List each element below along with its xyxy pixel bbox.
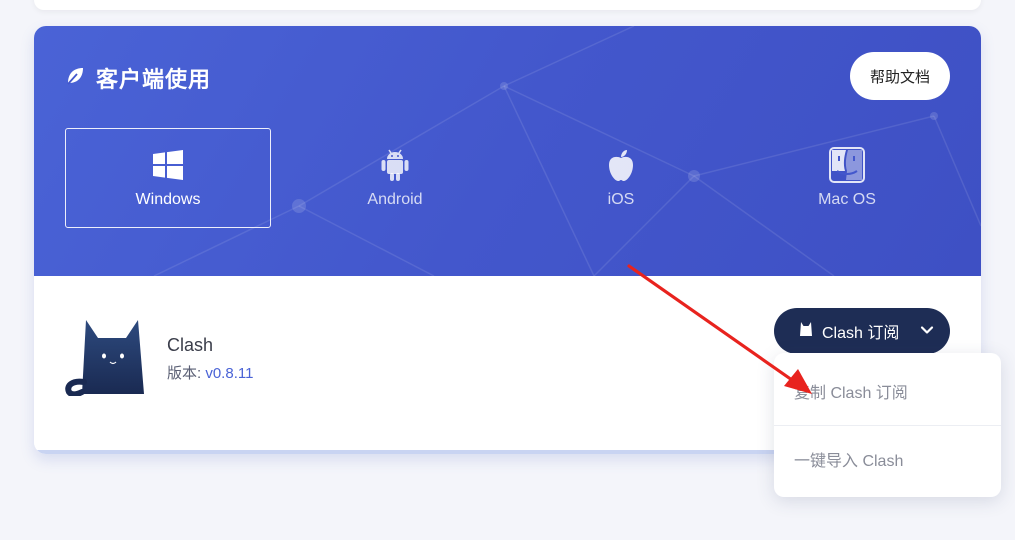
tab-label: Android (367, 191, 423, 208)
apple-icon (606, 147, 636, 183)
clash-cat-icon (798, 321, 814, 342)
page-title: 客户端使用 (96, 67, 212, 92)
card-header: 客户端使用 帮助文档 Windows Android iOS Mac OS (34, 26, 981, 276)
platform-tabs: Windows Android iOS Mac OS (65, 128, 969, 228)
windows-icon (152, 147, 184, 183)
help-docs-button[interactable]: 帮助文档 (850, 52, 950, 100)
subscribe-dropdown-menu: 复制 Clash 订阅 一键导入 Clash (774, 353, 1001, 497)
clash-subscribe-button[interactable]: Clash 订阅 (774, 308, 950, 354)
version-prefix: 版本: (167, 365, 206, 382)
previous-card-edge (34, 0, 981, 10)
android-icon (380, 147, 410, 183)
tab-label: Windows (135, 191, 201, 208)
clash-cat-icon (64, 316, 148, 401)
chevron-down-icon (920, 323, 934, 342)
finder-icon (829, 147, 865, 183)
app-name: Clash (167, 335, 214, 355)
tab-label: Mac OS (818, 191, 876, 208)
tab-android[interactable]: Android (292, 128, 498, 228)
app-version: 版本: v0.8.11 (167, 362, 253, 383)
tab-windows[interactable]: Windows (65, 128, 271, 228)
menu-item-copy-subscription[interactable]: 复制 Clash 订阅 (774, 355, 1001, 427)
tab-ios[interactable]: iOS (518, 128, 724, 228)
tab-macos[interactable]: Mac OS (744, 128, 950, 228)
subscribe-button-label: Clash 订阅 (822, 325, 900, 342)
tab-label: iOS (607, 191, 635, 208)
leaf-icon (64, 65, 86, 92)
header-title-row: 客户端使用 (64, 62, 211, 94)
version-number: v0.8.11 (205, 365, 254, 382)
menu-item-import-clash[interactable]: 一键导入 Clash (774, 423, 1001, 495)
